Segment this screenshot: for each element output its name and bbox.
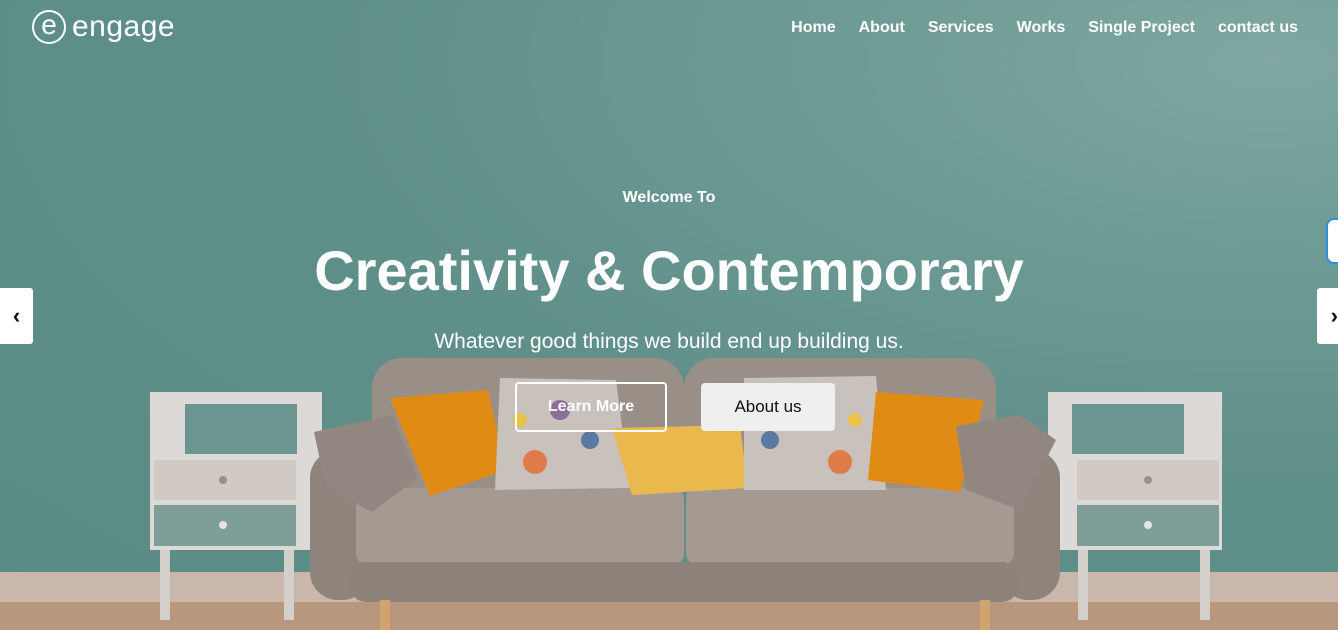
nav-home[interactable]: Home [791,19,835,37]
main-nav: Home About Services Works Single Project… [791,19,1298,37]
nav-works[interactable]: Works [1017,19,1066,37]
nav-single-project[interactable]: Single Project [1088,19,1195,37]
hero-subtitle: Whatever good things we build end up bui… [434,330,904,353]
side-panel-tab[interactable] [1326,218,1338,264]
about-us-button[interactable]: About us [701,383,835,431]
nav-services[interactable]: Services [928,19,994,37]
learn-more-button[interactable]: Learn More [515,382,667,432]
hero-slider: e engage Home About Services Works Singl… [0,0,1338,630]
chevron-right-icon: › [1330,303,1338,328]
slider-prev-button[interactable]: ‹ [0,288,33,344]
chevron-left-icon: ‹ [12,303,21,328]
hero-eyebrow: Welcome To [622,189,716,206]
slider-next-button[interactable]: › [1317,288,1338,344]
nav-contact-us[interactable]: contact us [1218,19,1298,37]
hero-title: Creativity & Contemporary [314,239,1024,302]
nav-about[interactable]: About [859,19,905,37]
living-room-background-image [0,358,1338,630]
brand-logo[interactable]: e engage [32,10,175,44]
logo-icon: e [32,10,66,44]
brand-name: engage [72,10,176,43]
